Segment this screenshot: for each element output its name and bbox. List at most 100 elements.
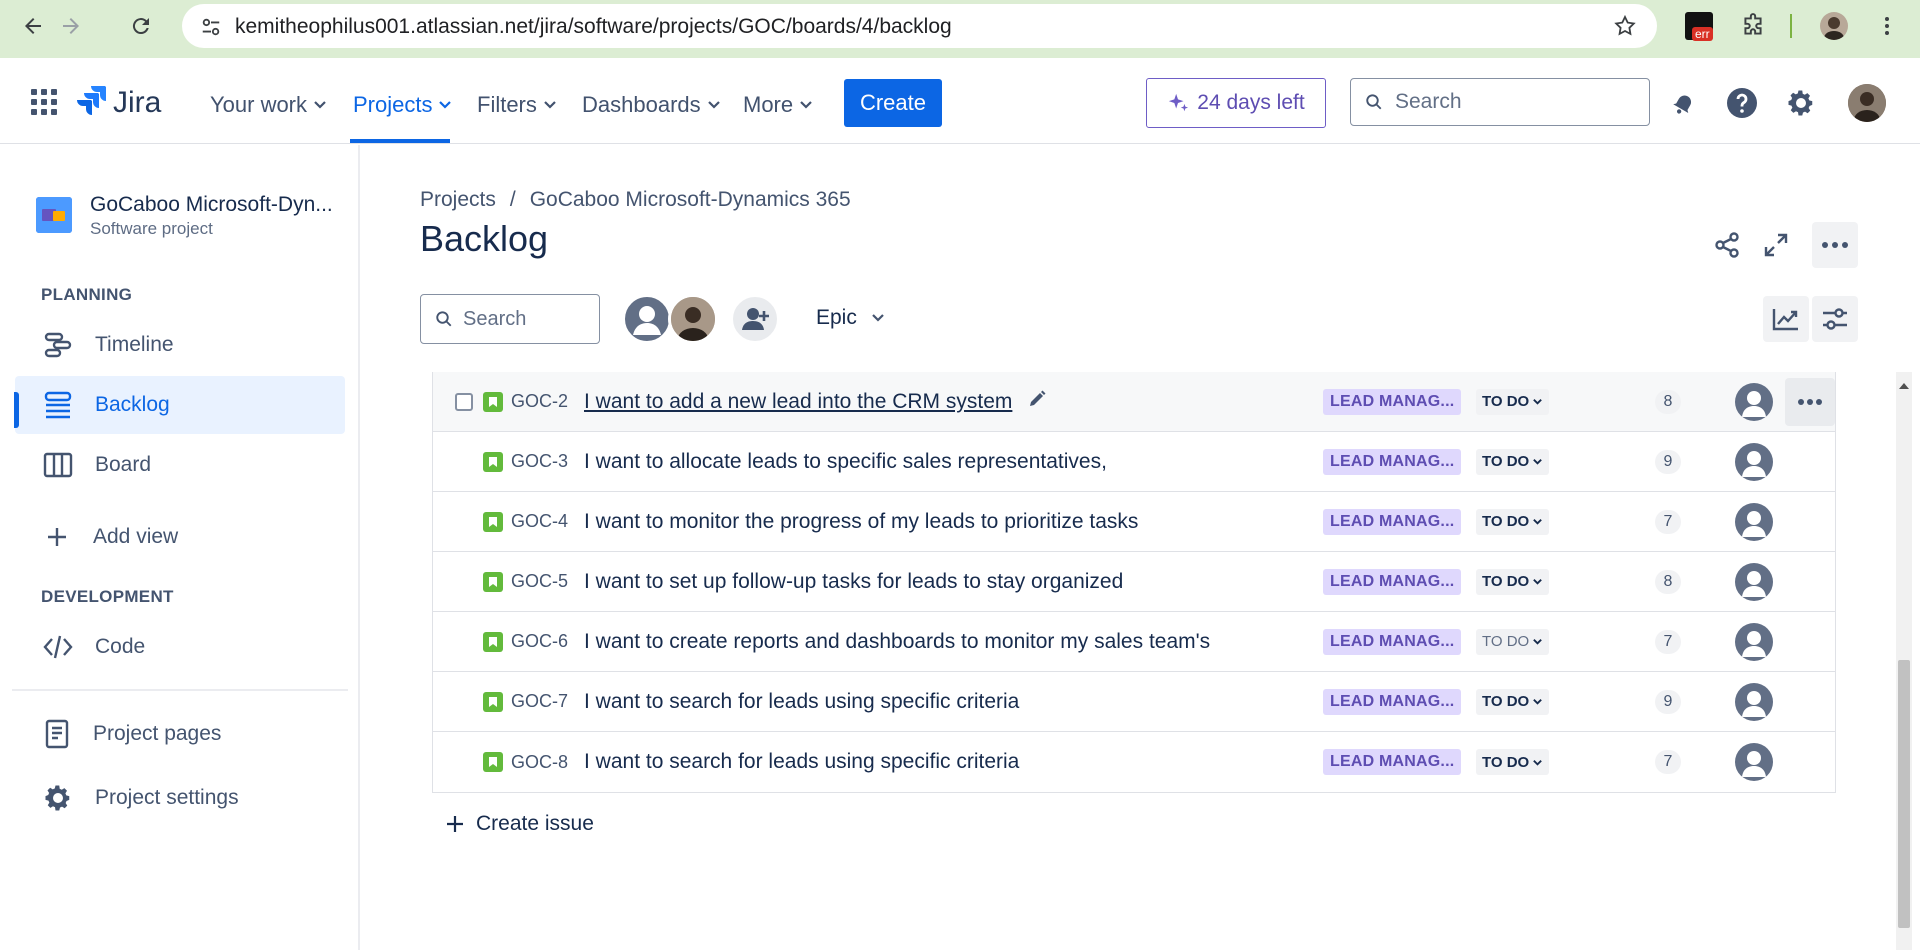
address-bar[interactable]: kemitheophilus001.atlassian.net/jira/sof…: [182, 4, 1657, 48]
issue-key[interactable]: GOC-7: [511, 691, 568, 712]
scroll-up-arrow-icon[interactable]: [1898, 378, 1910, 396]
status-dropdown[interactable]: TO DO: [1476, 749, 1550, 775]
issue-row[interactable]: GOC-3 I want to allocate leads to specifi…: [433, 432, 1835, 492]
story-points-badge[interactable]: 7: [1655, 750, 1681, 774]
epic-filter-dropdown[interactable]: Epic: [816, 306, 885, 330]
issue-key[interactable]: GOC-6: [511, 631, 568, 652]
assignee-avatar[interactable]: [1735, 442, 1773, 481]
issue-row[interactable]: GOC-8 I want to search for leads using sp…: [433, 732, 1835, 792]
browser-menu-icon[interactable]: [1872, 11, 1902, 41]
forward-icon[interactable]: [56, 11, 86, 41]
global-search-input[interactable]: Search: [1350, 78, 1650, 126]
help-icon[interactable]: [1723, 84, 1761, 122]
breadcrumb-projects[interactable]: Projects: [420, 188, 496, 212]
user-avatar[interactable]: [1848, 84, 1886, 122]
add-people-icon[interactable]: [730, 294, 780, 344]
issue-row[interactable]: GOC-4 I want to monitor the progress of m…: [433, 492, 1835, 552]
story-points-badge[interactable]: 8: [1655, 569, 1681, 594]
more-actions-icon[interactable]: [1812, 222, 1858, 268]
jira-logo[interactable]: Jira: [77, 84, 161, 121]
back-icon[interactable]: [18, 11, 48, 41]
create-button[interactable]: Create: [844, 79, 942, 127]
fullscreen-expand-icon[interactable]: [1753, 222, 1799, 268]
sidebar-item-timeline[interactable]: Timeline: [15, 316, 345, 374]
issue-row[interactable]: GOC-7 I want to search for leads using sp…: [433, 672, 1835, 732]
assignee-avatar[interactable]: [1735, 382, 1773, 421]
status-label: TO DO: [1482, 513, 1530, 530]
extensions-puzzle-icon[interactable]: [1738, 11, 1768, 41]
issue-summary[interactable]: I want to create reports and dashboards …: [584, 630, 1210, 654]
issue-row[interactable]: GOC-6 I want to create reports and dashbo…: [433, 612, 1835, 672]
trial-days-left-button[interactable]: 24 days left: [1146, 78, 1326, 128]
issue-summary[interactable]: I want to search for leads using specifi…: [584, 750, 1019, 774]
scrollbar-thumb[interactable]: [1898, 660, 1910, 928]
project-name[interactable]: GoCaboo Microsoft-Dyn...: [90, 193, 333, 217]
sidebar-item-project-settings[interactable]: Project settings: [15, 769, 345, 827]
bookmark-star-icon[interactable]: [1613, 14, 1637, 43]
story-points-badge[interactable]: 7: [1655, 629, 1681, 654]
assignee-filter-avatar[interactable]: [622, 294, 672, 344]
assignee-avatar[interactable]: [1735, 743, 1773, 781]
sidebar-item-code[interactable]: Code: [15, 618, 345, 676]
sidebar-item-project-pages[interactable]: Project pages: [15, 705, 345, 763]
nav-more[interactable]: More: [743, 92, 813, 118]
story-points-badge[interactable]: 8: [1655, 389, 1681, 414]
assignee-avatar[interactable]: [1735, 622, 1773, 661]
epic-lozenge[interactable]: LEAD MANAG...: [1323, 388, 1462, 415]
issue-summary[interactable]: I want to set up follow-up tasks for lea…: [584, 570, 1123, 594]
assignee-avatar[interactable]: [1735, 562, 1773, 601]
share-icon[interactable]: [1704, 222, 1750, 268]
issue-summary[interactable]: I want to allocate leads to specific sal…: [584, 450, 1107, 474]
settings-gear-icon[interactable]: [1782, 84, 1820, 122]
view-settings-icon[interactable]: [1812, 296, 1858, 342]
nav-filters[interactable]: Filters: [477, 92, 557, 118]
epic-lozenge[interactable]: LEAD MANAG...: [1323, 568, 1462, 595]
edit-pencil-icon[interactable]: [1027, 389, 1047, 414]
nav-your-work[interactable]: Your work: [210, 92, 327, 118]
assignee-avatar[interactable]: [1735, 502, 1773, 541]
assignee-avatar[interactable]: [1735, 682, 1773, 721]
site-settings-icon[interactable]: [200, 16, 222, 43]
epic-lozenge[interactable]: LEAD MANAG...: [1323, 688, 1462, 715]
status-dropdown[interactable]: TO DO: [1476, 628, 1550, 655]
status-dropdown[interactable]: TO DO: [1476, 448, 1550, 475]
status-dropdown[interactable]: TO DO: [1476, 688, 1550, 715]
story-points-badge[interactable]: 7: [1655, 509, 1681, 534]
story-points-badge[interactable]: 9: [1655, 449, 1681, 474]
issue-key[interactable]: GOC-5: [511, 571, 568, 592]
issue-key[interactable]: GOC-4: [511, 511, 568, 532]
status-dropdown[interactable]: TO DO: [1476, 568, 1550, 595]
nav-projects[interactable]: Projects: [353, 92, 452, 118]
story-points-badge[interactable]: 9: [1655, 689, 1681, 714]
reload-icon[interactable]: [126, 11, 156, 41]
insights-chart-icon[interactable]: [1763, 296, 1809, 342]
issue-summary[interactable]: I want to search for leads using specifi…: [584, 690, 1019, 714]
issue-row[interactable]: GOC-5 I want to set up follow-up tasks fo…: [433, 552, 1835, 612]
url-text[interactable]: kemitheophilus001.atlassian.net/jira/sof…: [235, 15, 952, 39]
row-more-actions-icon[interactable]: [1785, 377, 1835, 426]
epic-lozenge[interactable]: LEAD MANAG...: [1323, 508, 1462, 535]
create-issue-button[interactable]: Create issue: [444, 812, 594, 836]
sidebar-item-board[interactable]: Board: [15, 436, 345, 494]
assignee-filter-avatar[interactable]: [668, 294, 718, 344]
status-dropdown[interactable]: TO DO: [1476, 508, 1550, 535]
notifications-bell-icon[interactable]: [1665, 84, 1703, 122]
backlog-search-input[interactable]: Search: [420, 294, 600, 344]
epic-lozenge[interactable]: LEAD MANAG...: [1323, 448, 1462, 475]
app-switcher-icon[interactable]: [30, 88, 58, 121]
issue-key[interactable]: GOC-2: [511, 391, 568, 412]
issue-summary[interactable]: I want to monitor the progress of my lea…: [584, 510, 1138, 534]
nav-dashboards[interactable]: Dashboards: [582, 92, 721, 118]
issue-checkbox[interactable]: [455, 392, 473, 411]
issue-row[interactable]: GOC-2 I want to add a new lead into the C…: [433, 372, 1835, 432]
epic-lozenge[interactable]: LEAD MANAG...: [1323, 628, 1462, 655]
epic-lozenge[interactable]: LEAD MANAG...: [1323, 749, 1462, 775]
browser-profile-avatar[interactable]: [1820, 12, 1848, 40]
issue-key[interactable]: GOC-8: [511, 752, 568, 773]
sidebar-item-backlog[interactable]: Backlog: [15, 376, 345, 434]
issue-summary[interactable]: I want to add a new lead into the CRM sy…: [584, 390, 1012, 414]
issue-key[interactable]: GOC-3: [511, 451, 568, 472]
status-dropdown[interactable]: TO DO: [1476, 388, 1550, 415]
breadcrumb-project[interactable]: GoCaboo Microsoft-Dynamics 365: [530, 188, 851, 212]
sidebar-item-add-view[interactable]: Add view: [15, 508, 345, 566]
